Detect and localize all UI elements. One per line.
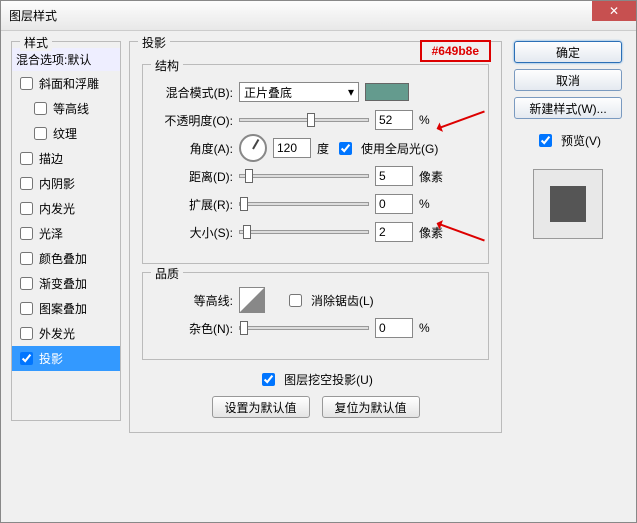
distance-input[interactable]: [375, 166, 413, 186]
style-item[interactable]: 图案叠加: [12, 296, 120, 321]
style-checkbox[interactable]: [20, 277, 33, 290]
style-checkbox[interactable]: [20, 152, 33, 165]
style-item[interactable]: 光泽: [12, 221, 120, 246]
window-title: 图层样式: [9, 7, 628, 24]
angle-dial[interactable]: [239, 134, 267, 162]
ok-button[interactable]: 确定: [514, 41, 622, 63]
antialias-label: 消除锯齿(L): [311, 292, 374, 309]
cancel-button[interactable]: 取消: [514, 69, 622, 91]
main-panel: 投影 #649b8e 结构 混合模式(B): 正片叠底 不透明度(O): %: [129, 41, 502, 512]
contour-picker[interactable]: [239, 287, 265, 313]
style-item[interactable]: 外发光: [12, 321, 120, 346]
antialias-checkbox[interactable]: [289, 294, 302, 307]
opacity-label: 不透明度(O):: [155, 112, 233, 129]
main-title: 投影: [138, 34, 170, 51]
global-light-checkbox[interactable]: [339, 142, 352, 155]
preview-label: 预览(V): [561, 132, 601, 149]
style-label: 渐变叠加: [39, 275, 87, 292]
annotation-arrow: [437, 223, 485, 242]
style-checkbox[interactable]: [20, 202, 33, 215]
knockout-checkbox[interactable]: [262, 373, 275, 386]
opacity-slider[interactable]: [239, 118, 369, 122]
style-checkbox[interactable]: [20, 327, 33, 340]
angle-label: 角度(A):: [155, 140, 233, 157]
style-checkbox[interactable]: [34, 102, 47, 115]
style-checkbox[interactable]: [20, 252, 33, 265]
global-light-label: 使用全局光(G): [361, 140, 438, 157]
reset-default-button[interactable]: 复位为默认值: [322, 396, 420, 418]
hex-callout: #649b8e: [420, 40, 491, 62]
styles-header: 样式: [20, 34, 52, 51]
style-label: 光泽: [39, 225, 63, 242]
style-checkbox[interactable]: [20, 302, 33, 315]
structure-legend: 结构: [151, 57, 183, 74]
style-item[interactable]: 斜面和浮雕: [12, 71, 120, 96]
angle-input[interactable]: [273, 138, 311, 158]
contour-label: 等高线:: [155, 292, 233, 309]
spread-label: 扩展(R):: [155, 196, 233, 213]
style-checkbox[interactable]: [20, 77, 33, 90]
annotation-arrow: [437, 111, 485, 130]
right-panel: 确定 取消 新建样式(W)... 预览(V): [510, 41, 626, 512]
style-label: 图案叠加: [39, 300, 87, 317]
spread-unit: %: [419, 197, 430, 211]
style-label: 内阴影: [39, 175, 75, 192]
style-item[interactable]: 内发光: [12, 196, 120, 221]
close-button[interactable]: ✕: [592, 1, 636, 21]
style-checkbox[interactable]: [20, 352, 33, 365]
style-checkbox[interactable]: [20, 227, 33, 240]
styles-panel: 样式 混合选项:默认 斜面和浮雕等高线纹理描边内阴影内发光光泽颜色叠加渐变叠加图…: [11, 41, 121, 512]
titlebar: 图层样式 ✕: [1, 1, 636, 31]
spread-input[interactable]: [375, 194, 413, 214]
style-label: 内发光: [39, 200, 75, 217]
style-label: 描边: [39, 150, 63, 167]
noise-unit: %: [419, 321, 430, 335]
blend-mode-dropdown[interactable]: 正片叠底: [239, 82, 359, 102]
distance-label: 距离(D):: [155, 168, 233, 185]
blend-mode-label: 混合模式(B):: [155, 84, 233, 101]
noise-input[interactable]: [375, 318, 413, 338]
style-item[interactable]: 投影: [12, 346, 120, 371]
quality-legend: 品质: [151, 265, 183, 282]
new-style-button[interactable]: 新建样式(W)...: [514, 97, 622, 119]
style-label: 投影: [39, 350, 63, 367]
preview-box: [533, 169, 603, 239]
style-label: 纹理: [53, 125, 77, 142]
style-item[interactable]: 描边: [12, 146, 120, 171]
spread-slider[interactable]: [239, 202, 369, 206]
preview-swatch: [550, 186, 586, 222]
opacity-unit: %: [419, 113, 430, 127]
opacity-input[interactable]: [375, 110, 413, 130]
size-input[interactable]: [375, 222, 413, 242]
style-item[interactable]: 内阴影: [12, 171, 120, 196]
distance-slider[interactable]: [239, 174, 369, 178]
style-label: 斜面和浮雕: [39, 75, 99, 92]
preview-checkbox[interactable]: [539, 134, 552, 147]
style-item[interactable]: 纹理: [12, 121, 120, 146]
style-item[interactable]: 渐变叠加: [12, 271, 120, 296]
style-checkbox[interactable]: [34, 127, 47, 140]
style-label: 外发光: [39, 325, 75, 342]
shadow-color-swatch[interactable]: [365, 83, 409, 101]
make-default-button[interactable]: 设置为默认值: [212, 396, 310, 418]
noise-label: 杂色(N):: [155, 320, 233, 337]
style-item[interactable]: 等高线: [12, 96, 120, 121]
style-label: 等高线: [53, 100, 89, 117]
style-default[interactable]: 混合选项:默认: [12, 48, 120, 71]
size-slider[interactable]: [239, 230, 369, 234]
noise-slider[interactable]: [239, 326, 369, 330]
distance-unit: 像素: [419, 168, 443, 185]
layer-style-dialog: 图层样式 ✕ 样式 混合选项:默认 斜面和浮雕等高线纹理描边内阴影内发光光泽颜色…: [0, 0, 637, 523]
size-label: 大小(S):: [155, 224, 233, 241]
angle-unit: 度: [317, 140, 329, 157]
style-checkbox[interactable]: [20, 177, 33, 190]
knockout-label: 图层挖空投影(U): [284, 371, 373, 388]
style-item[interactable]: 颜色叠加: [12, 246, 120, 271]
style-label: 颜色叠加: [39, 250, 87, 267]
